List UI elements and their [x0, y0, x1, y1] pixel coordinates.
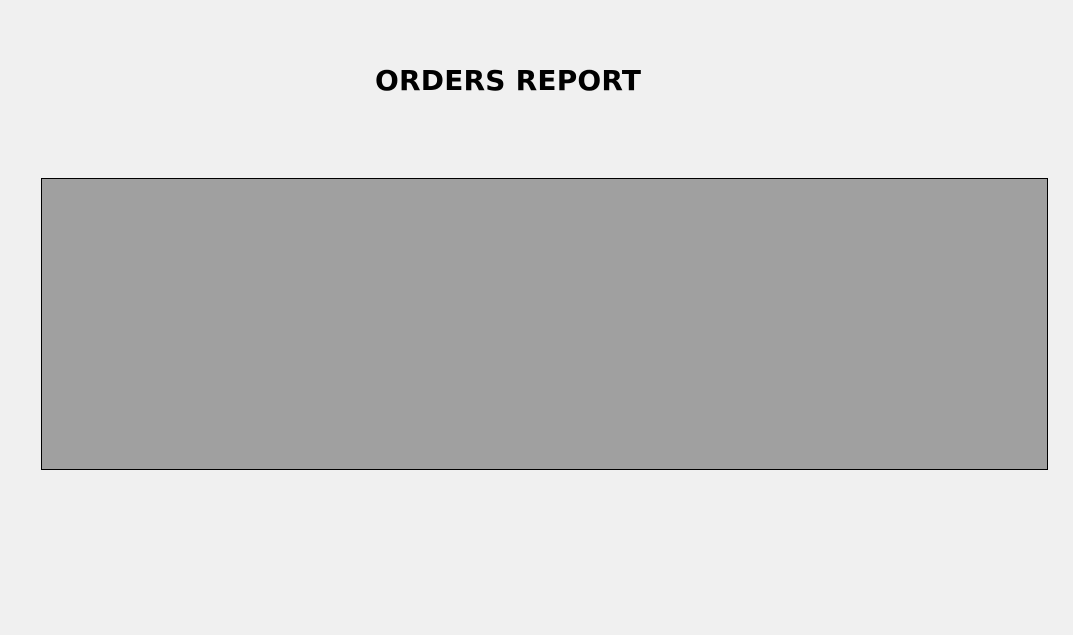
report-title: ORDERS REPORT	[375, 64, 642, 97]
orders-data-grid[interactable]	[41, 178, 1048, 470]
